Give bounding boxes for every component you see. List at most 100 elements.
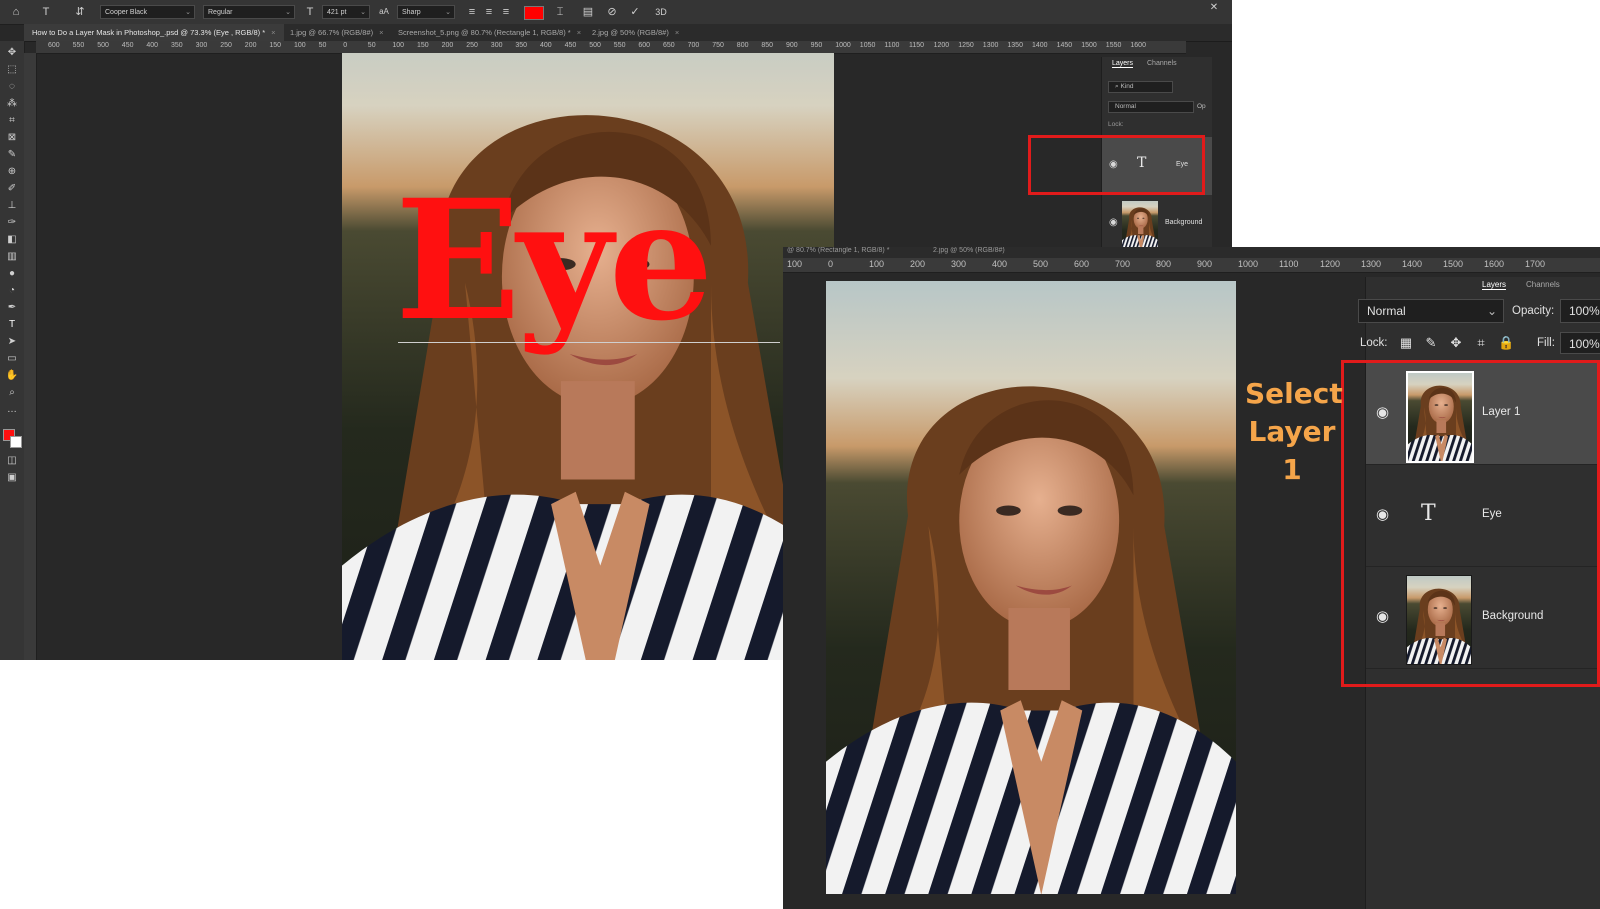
- tab-channels[interactable]: Channels: [1526, 280, 1560, 289]
- healing-brush-icon[interactable]: ⊕: [4, 164, 20, 179]
- crop-tool-icon[interactable]: ⌗: [4, 113, 20, 128]
- path-select-icon[interactable]: ➤: [4, 334, 20, 349]
- lock-transparency-icon[interactable]: ▦: [1398, 335, 1414, 351]
- pen-tool-icon[interactable]: ✒: [4, 300, 20, 315]
- hand-tool-icon[interactable]: ✋: [4, 368, 20, 383]
- ruler-tick-label: 850: [761, 42, 774, 49]
- warp-text-icon[interactable]: ⌶: [552, 4, 568, 20]
- tab-document[interactable]: 2.jpg @ 50% (RGB/8#): [933, 247, 1005, 254]
- tab-document[interactable]: 2.jpg @ 50% (RGB/8#) ×: [584, 24, 687, 41]
- type-tool-icon[interactable]: T: [4, 317, 20, 332]
- ruler-tick-label: 500: [589, 42, 601, 49]
- text-baseline: [398, 342, 780, 343]
- font-style-select[interactable]: Regular ⌄: [203, 5, 295, 19]
- eyedropper-icon[interactable]: ✎: [4, 147, 20, 162]
- lasso-tool-icon[interactable]: ◌: [4, 79, 20, 94]
- tab-document[interactable]: Screenshot_5.png @ 80.7% (Rectangle 1, R…: [390, 24, 589, 41]
- ruler-tick-label: 600: [1074, 259, 1090, 269]
- tab-layers[interactable]: Layers: [1112, 60, 1134, 68]
- marquee-tool-icon[interactable]: ⬚: [4, 62, 20, 77]
- ruler-tick-label: 1300: [982, 42, 999, 49]
- ruler-tick-label: 900: [786, 42, 798, 49]
- blur-tool-icon[interactable]: ●: [4, 266, 20, 281]
- tab-document-active[interactable]: How to Do a Layer Mask in Photoshop_.psd…: [24, 24, 284, 41]
- tab-layers[interactable]: Layers: [1482, 280, 1507, 290]
- align-right-icon[interactable]: ≡: [498, 4, 514, 20]
- ruler-horizontal: 100 0 100 200 300 400 500 600 700 800 900 1000 1100 1…: [783, 258, 1600, 273]
- more-tools-icon[interactable]: …: [4, 402, 20, 417]
- ruler-vertical: [24, 53, 37, 660]
- lock-position-icon[interactable]: ✥: [1448, 335, 1464, 351]
- commit-icon[interactable]: ✓: [627, 4, 643, 20]
- close-icon[interactable]: ×: [675, 28, 679, 37]
- ruler-tick-label: 1450: [1056, 42, 1073, 49]
- align-center-icon[interactable]: ≡: [481, 4, 497, 20]
- ruler-tick-label: 1250: [958, 42, 974, 49]
- ruler-tick-label: 350: [171, 42, 183, 49]
- quick-mask-icon[interactable]: ◫: [4, 453, 20, 468]
- tab-document[interactable]: @ 80.7% (Rectangle 1, RGB/8) *: [787, 247, 889, 254]
- ruler-tick-label: 100: [392, 42, 405, 49]
- home-icon[interactable]: ⌂: [8, 4, 24, 20]
- highlight-box-layers: [1341, 360, 1600, 687]
- ruler-tick-label: 0: [343, 42, 348, 49]
- magic-wand-icon[interactable]: ⁂: [4, 96, 20, 111]
- ruler-tick-label: 600: [48, 42, 60, 49]
- tab-channels[interactable]: Channels: [1147, 60, 1177, 67]
- stamp-tool-icon[interactable]: ⊥: [4, 198, 20, 213]
- ruler-tick-label: 400: [146, 42, 159, 49]
- text-orientation-icon[interactable]: ⇵: [72, 4, 88, 20]
- chevron-down-icon: ⌄: [360, 9, 366, 16]
- font-size-select[interactable]: 421 pt ⌄: [322, 5, 370, 19]
- tab-document[interactable]: 1.jpg @ 66.7% (RGB/8#) ×: [282, 24, 391, 41]
- filter-kind-select[interactable]: ⌕ Kind: [1108, 81, 1173, 93]
- ruler-tick-label: 800: [1156, 259, 1172, 269]
- close-icon[interactable]: ×: [379, 28, 383, 37]
- layer-name: Background: [1165, 219, 1203, 226]
- lock-all-icon[interactable]: 🔒: [1498, 335, 1514, 351]
- ruler-tick-label: 450: [564, 42, 577, 49]
- close-icon[interactable]: ×: [271, 28, 275, 37]
- layer-row-background[interactable]: ◉ Background: [1102, 195, 1212, 253]
- move-tool-icon[interactable]: ✥: [4, 45, 20, 60]
- eraser-tool-icon[interactable]: ◧: [4, 232, 20, 247]
- text-color-swatch[interactable]: [524, 6, 544, 20]
- font-family-value: Cooper Black: [105, 9, 148, 16]
- character-panel-icon[interactable]: ▤: [580, 4, 596, 20]
- gradient-tool-icon[interactable]: ▥: [4, 249, 20, 264]
- align-left-icon[interactable]: ≡: [464, 4, 480, 20]
- ruler-tick-label: 1100: [1279, 259, 1299, 269]
- opacity-input[interactable]: 100%: [1560, 299, 1600, 323]
- close-icon[interactable]: ×: [577, 28, 581, 37]
- font-size-value: 421 pt: [327, 9, 347, 16]
- dodge-tool-icon[interactable]: ◔: [4, 283, 20, 298]
- ruler-tick-label: 700: [1115, 259, 1131, 269]
- history-brush-icon[interactable]: ✑: [4, 215, 20, 230]
- background-color-swatch[interactable]: [10, 436, 22, 448]
- canvas-text-layer[interactable]: Eye: [395, 178, 714, 343]
- brush-tool-icon[interactable]: ✐: [4, 181, 20, 196]
- cancel-icon[interactable]: ⊘: [604, 4, 620, 20]
- rectangle-tool-icon[interactable]: ▭: [4, 351, 20, 366]
- ruler-tick-label: 100: [787, 259, 803, 269]
- ruler-tick-label: 1550: [1105, 42, 1122, 49]
- 3d-icon[interactable]: 3D: [653, 4, 669, 20]
- close-icon[interactable]: ✕: [1206, 0, 1222, 16]
- visibility-eye-icon[interactable]: ◉: [1109, 217, 1118, 228]
- lock-artboard-icon[interactable]: ⌗: [1473, 335, 1489, 351]
- anti-alias-select[interactable]: Sharp ⌄: [397, 5, 455, 19]
- canvas-photo[interactable]: [826, 281, 1236, 894]
- text-tool-icon[interactable]: T: [38, 4, 54, 20]
- screen-mode-icon[interactable]: ▣: [4, 470, 20, 485]
- portrait-image: [826, 281, 1236, 894]
- fill-input[interactable]: 100%: [1560, 332, 1600, 354]
- blend-mode-select[interactable]: Normal: [1108, 101, 1194, 113]
- ruler-tick-label: 1000: [835, 42, 851, 49]
- ruler-tick-label: 1600: [1130, 42, 1146, 49]
- font-family-select[interactable]: Cooper Black ⌄: [100, 5, 195, 19]
- ruler-tick-label: 1400: [1402, 259, 1423, 269]
- lock-image-icon[interactable]: ✎: [1423, 335, 1439, 351]
- blend-mode-select[interactable]: Normal ⌄: [1358, 299, 1504, 323]
- frame-tool-icon[interactable]: ⊠: [4, 130, 20, 145]
- zoom-tool-icon[interactable]: ⌕: [4, 385, 20, 400]
